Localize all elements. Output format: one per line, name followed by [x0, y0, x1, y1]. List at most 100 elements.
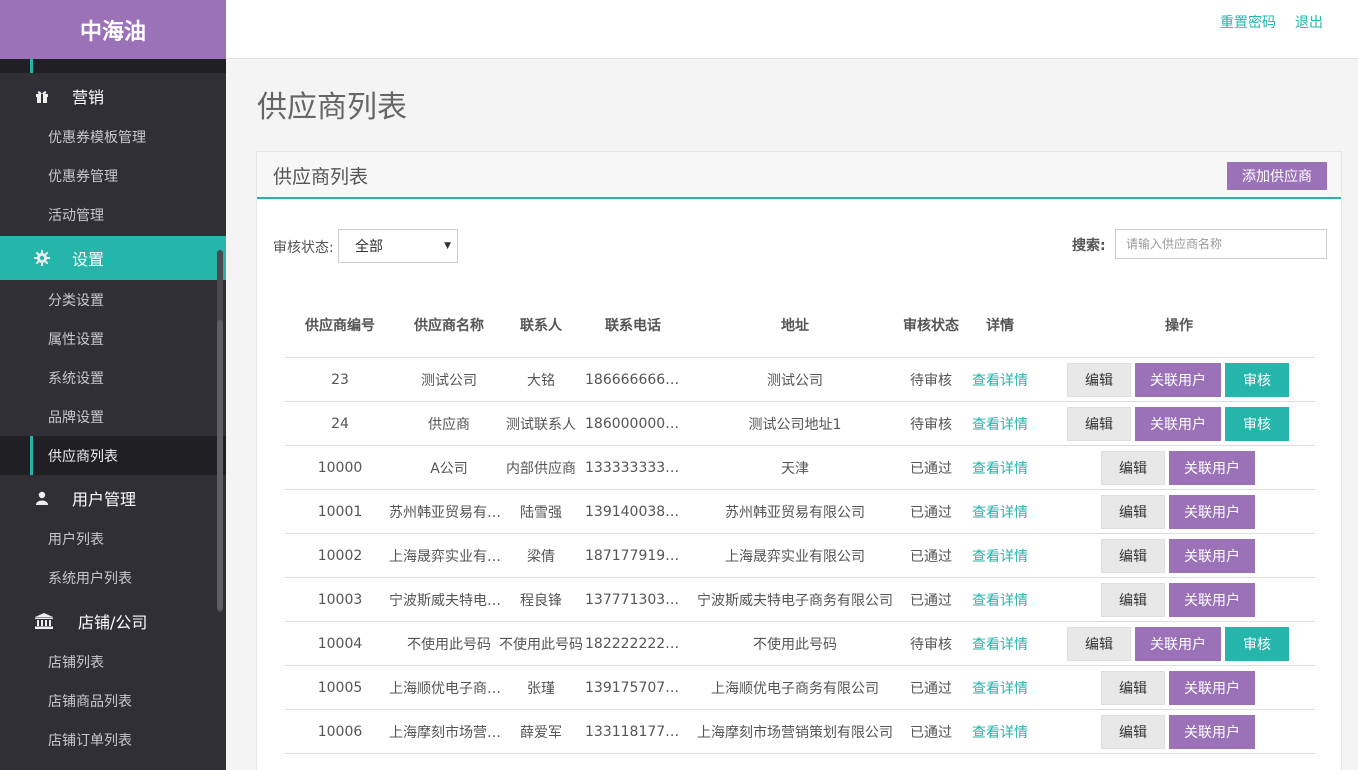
sidebar-item-system[interactable]: 系统设置 — [0, 358, 226, 397]
link-user-button[interactable]: 关联用户 — [1169, 583, 1255, 617]
link-user-button[interactable]: 关联用户 — [1169, 715, 1255, 749]
sidebar-item-cut[interactable] — [0, 59, 226, 73]
cell-contact: 内部供应商 — [499, 446, 583, 490]
cell-review-status: 已通过 — [903, 710, 959, 754]
edit-button[interactable]: 编辑 — [1101, 495, 1165, 529]
sidebar-item-brand[interactable]: 品牌设置 — [0, 397, 226, 436]
cell-supplier-id: 10004 — [297, 622, 383, 666]
edit-button[interactable]: 编辑 — [1101, 451, 1165, 485]
scrollbar-thumb[interactable] — [217, 320, 223, 610]
sidebar-item-category[interactable]: 分类设置 — [0, 280, 226, 319]
cell-contact-text: 不使用此号码 — [499, 637, 583, 653]
cell-review-status-text: 已通过 — [910, 681, 952, 697]
edit-button[interactable]: 编辑 — [1067, 627, 1131, 661]
cell-supplier-id-text: 23 — [331, 372, 349, 388]
sidebar-item-supplier-list[interactable]: 供应商列表 — [0, 436, 226, 475]
cell-contact: 大铭 — [499, 358, 583, 402]
cell-contact-text: 梁倩 — [527, 549, 555, 565]
link-user-button[interactable]: 关联用户 — [1169, 495, 1255, 529]
view-detail-link[interactable]: 查看详情 — [972, 590, 1028, 610]
sidebar-section-settings[interactable]: 设置 — [0, 236, 226, 280]
sidebar-item-user-list[interactable]: 用户列表 — [0, 519, 226, 558]
view-detail-link[interactable]: 查看详情 — [972, 414, 1028, 434]
review-button[interactable]: 审核 — [1225, 627, 1289, 661]
edit-button[interactable]: 编辑 — [1101, 539, 1165, 573]
sidebar-item-shop-goods[interactable]: 店铺商品列表 — [0, 681, 226, 720]
link-user-button[interactable]: 关联用户 — [1169, 539, 1255, 573]
review-button[interactable]: 审核 — [1225, 363, 1289, 397]
cell-supplier-id-text: 10001 — [317, 504, 363, 520]
cell-operations: 编辑 关联用户 — [1101, 583, 1255, 617]
cell-phone-text: 13333333333 — [585, 460, 681, 476]
cell-phone: 18717791906 — [585, 534, 681, 578]
panel-header: 供应商列表 添加供应商 — [257, 152, 1341, 199]
edit-button[interactable]: 编辑 — [1101, 715, 1165, 749]
cell-address-text: 上海摩刻市场营销策划有限公司 — [697, 725, 893, 741]
view-detail-link[interactable]: 查看详情 — [972, 370, 1028, 390]
sidebar-item-coupon-template[interactable]: 优惠券模板管理 — [0, 117, 226, 156]
review-button[interactable]: 审核 — [1225, 407, 1289, 441]
sidebar-item-coupon[interactable]: 优惠券管理 — [0, 156, 226, 195]
cell-address-text: 上海晟弈实业有限公司 — [725, 549, 865, 565]
sidebar-section-shop[interactable]: 店铺/公司 — [0, 599, 226, 643]
search-input[interactable] — [1115, 229, 1327, 259]
add-supplier-button[interactable]: 添加供应商 — [1227, 162, 1327, 190]
search-label: 搜索: — [1072, 238, 1106, 254]
link-user-button[interactable]: 关联用户 — [1135, 407, 1221, 441]
cell-supplier-id-text: 10004 — [317, 636, 363, 652]
cell-contact: 张瑾 — [499, 666, 583, 710]
cell-address: 上海晟弈实业有限公司 — [689, 534, 901, 578]
cell-operations: 编辑 关联用户 审核 — [1067, 407, 1289, 441]
col-review-status: 审核状态 — [903, 318, 959, 334]
cell-phone: 18600000000 — [585, 402, 681, 446]
cell-supplier-name: 上海顺优电子商务有限公司 — [389, 666, 509, 710]
sidebar-item-system-user-list[interactable]: 系统用户列表 — [0, 558, 226, 597]
link-user-button[interactable]: 关联用户 — [1135, 363, 1221, 397]
cell-supplier-id: 10000 — [297, 446, 383, 490]
edit-button[interactable]: 编辑 — [1067, 407, 1131, 441]
cell-supplier-name-text: 供应商 — [428, 417, 470, 433]
cell-contact: 陆雪强 — [499, 490, 583, 534]
cell-supplier-name: 供应商 — [389, 402, 509, 446]
cell-address-text: 宁波斯威夫特电子商务有限公司 — [697, 593, 893, 609]
cell-phone-text: 13914003802 — [585, 504, 681, 520]
table-row: 10002 上海晟弈实业有限公司 梁倩 18717791906 上海晟弈实业有限公司 已通… — [285, 534, 1315, 578]
panel-title: 供应商列表 — [273, 166, 369, 188]
view-detail-link[interactable]: 查看详情 — [972, 722, 1028, 742]
cell-supplier-id: 10005 — [297, 666, 383, 710]
cell-address-text: 天津 — [781, 461, 809, 477]
cell-review-status-text: 待审核 — [910, 373, 952, 389]
sidebar-item-attribute[interactable]: 属性设置 — [0, 319, 226, 358]
edit-button[interactable]: 编辑 — [1101, 583, 1165, 617]
table-row: 24 供应商 测试联系人 18600000000 测试公司地址1 待审核 查看详情 编辑 关联用… — [285, 402, 1315, 446]
view-detail-link[interactable]: 查看详情 — [972, 546, 1028, 566]
cell-contact: 程良锋 — [499, 578, 583, 622]
view-detail-link[interactable]: 查看详情 — [972, 634, 1028, 654]
sidebar-section-users[interactable]: 用户管理 — [0, 476, 226, 520]
cell-supplier-name-text: A公司 — [430, 461, 468, 477]
cell-review-status-text: 已通过 — [910, 549, 952, 565]
view-detail-link[interactable]: 查看详情 — [972, 458, 1028, 478]
reset-password-link[interactable]: 重置密码 — [1220, 12, 1276, 32]
view-detail-link[interactable]: 查看详情 — [972, 502, 1028, 522]
cell-supplier-id-text: 10003 — [317, 592, 363, 608]
sidebar-section-marketing[interactable]: 营销 — [0, 74, 226, 118]
cell-detail: 查看详情 — [965, 666, 1035, 710]
link-user-button[interactable]: 关联用户 — [1169, 671, 1255, 705]
link-user-button[interactable]: 关联用户 — [1135, 627, 1221, 661]
sidebar-item-activity[interactable]: 活动管理 — [0, 195, 226, 234]
cell-contact-text: 陆雪强 — [520, 505, 562, 521]
sidebar-item-shop-list[interactable]: 店铺列表 — [0, 642, 226, 681]
logout-link[interactable]: 退出 — [1295, 12, 1323, 32]
view-detail-link[interactable]: 查看详情 — [972, 678, 1028, 698]
link-user-button[interactable]: 关联用户 — [1169, 451, 1255, 485]
edit-button[interactable]: 编辑 — [1101, 671, 1165, 705]
sidebar-scrollbar[interactable] — [217, 250, 223, 612]
review-status-select[interactable]: 全部 ▼ — [338, 229, 458, 263]
cell-supplier-name: 宁波斯威夫特电子商务有限公司 — [389, 578, 509, 622]
cell-review-status: 已通过 — [903, 666, 959, 710]
sidebar-item-shop-orders[interactable]: 店铺订单列表 — [0, 720, 226, 759]
cell-address: 不使用此号码 — [689, 622, 901, 666]
cell-review-status: 待审核 — [903, 402, 959, 446]
edit-button[interactable]: 编辑 — [1067, 363, 1131, 397]
